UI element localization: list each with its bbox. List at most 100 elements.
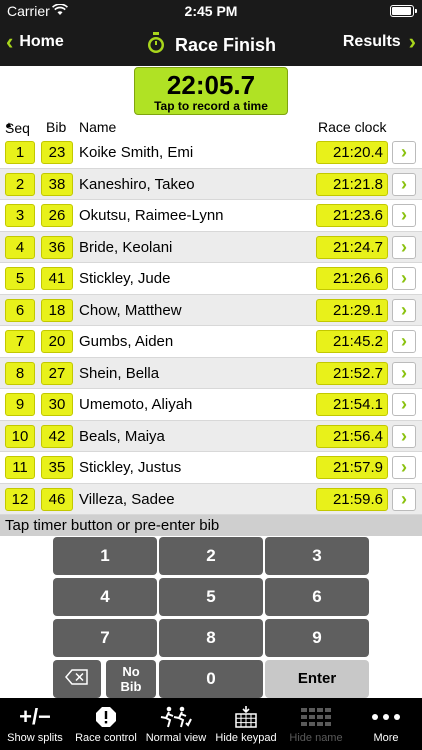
- more-tab[interactable]: More: [354, 698, 418, 750]
- row-name: Kaneshiro, Takeo: [79, 175, 195, 193]
- row-race-clock[interactable]: 21:52.7: [316, 361, 388, 385]
- row-race-clock[interactable]: 21:54.1: [316, 393, 388, 416]
- row-race-clock[interactable]: 21:24.7: [316, 235, 388, 259]
- row-detail-chevron-icon[interactable]: ›: [392, 456, 416, 479]
- row-detail-chevron-icon[interactable]: ›: [392, 172, 416, 196]
- page-title-text: Race Finish: [174, 35, 277, 55]
- row-seq: 2: [5, 172, 35, 196]
- key-5[interactable]: 5: [159, 578, 263, 616]
- row-race-clock[interactable]: 21:29.1: [316, 298, 388, 322]
- row-detail-chevron-icon[interactable]: ›: [392, 141, 416, 164]
- row-bib[interactable]: 35: [41, 456, 73, 479]
- plus-minus-icon: +/−: [19, 704, 51, 729]
- row-seq: 8: [5, 361, 35, 385]
- row-name: Gumbs, Aiden: [79, 333, 174, 350]
- column-header-name[interactable]: Name: [79, 119, 116, 135]
- table-row[interactable]: 6 18 Chow, Matthew 21:29.1 ›: [0, 294, 422, 326]
- table-row[interactable]: 12 46 Villeza, Sadee 21:59.6 ›: [0, 483, 422, 515]
- row-detail-chevron-icon[interactable]: ›: [392, 424, 416, 448]
- column-header-bib[interactable]: Bib: [46, 119, 66, 135]
- race-clock-value: 22:05.7: [166, 70, 256, 100]
- row-name: Okutsu, Raimee-Lynn: [79, 207, 224, 224]
- table-row[interactable]: 3 26 Okutsu, Raimee-Lynn 21:23.6 ›: [0, 200, 422, 232]
- row-bib[interactable]: 36: [41, 235, 73, 259]
- row-name: Stickley, Jude: [79, 270, 171, 287]
- table-row[interactable]: 8 27 Shein, Bella 21:52.7 ›: [0, 357, 422, 389]
- table-header: Seq ▲ Bib Name Race clock: [0, 118, 422, 137]
- row-bib[interactable]: 30: [41, 393, 73, 416]
- row-bib[interactable]: 27: [41, 361, 73, 385]
- key-1[interactable]: 1: [53, 537, 157, 575]
- race-control-tab[interactable]: Race control: [74, 698, 138, 750]
- row-detail-chevron-icon[interactable]: ›: [392, 235, 416, 259]
- nav-bar: ‹ Home Race Finish Results ›: [0, 22, 422, 66]
- row-bib[interactable]: 38: [41, 172, 73, 196]
- row-name: Bride, Keolani: [79, 238, 173, 256]
- row-name: Beals, Maiya: [79, 427, 165, 445]
- table-row[interactable]: 5 41 Stickley, Jude 21:26.6 ›: [0, 263, 422, 295]
- key-2[interactable]: 2: [159, 537, 263, 575]
- row-bib[interactable]: 42: [41, 424, 73, 448]
- row-bib[interactable]: 26: [41, 204, 73, 227]
- row-name: Shein, Bella: [79, 364, 160, 382]
- key-3[interactable]: 3: [265, 537, 369, 575]
- row-bib[interactable]: 41: [41, 267, 73, 290]
- row-detail-chevron-icon[interactable]: ›: [392, 267, 416, 290]
- row-bib[interactable]: 18: [41, 298, 73, 322]
- sort-ascending-icon: ▲: [5, 120, 13, 129]
- more-label: More: [373, 732, 399, 744]
- row-race-clock[interactable]: 21:23.6: [316, 204, 388, 227]
- hide-keypad-tab[interactable]: Hide keypad: [214, 698, 278, 750]
- key-9[interactable]: 9: [265, 619, 369, 657]
- row-seq: 4: [5, 235, 35, 259]
- column-header-race-clock[interactable]: Race clock: [318, 119, 386, 135]
- row-bib[interactable]: 20: [41, 330, 73, 353]
- normal-view-tab[interactable]: Normal view: [144, 698, 208, 750]
- row-race-clock[interactable]: 21:26.6: [316, 267, 388, 290]
- row-race-clock[interactable]: 21:57.9: [316, 456, 388, 479]
- hide-name-tab[interactable]: Hide name: [284, 698, 348, 750]
- key-0[interactable]: 0: [159, 660, 263, 698]
- record-time-button[interactable]: 22:05.7 Tap to record a time: [134, 67, 288, 115]
- row-detail-chevron-icon[interactable]: ›: [392, 330, 416, 353]
- backspace-key[interactable]: [53, 660, 101, 698]
- battery-icon: [390, 5, 417, 17]
- bottom-toolbar: +/− Show splits Race control Normal view…: [0, 698, 422, 750]
- no-bib-key[interactable]: No Bib: [106, 660, 156, 698]
- row-race-clock[interactable]: 21:45.2: [316, 330, 388, 353]
- table-row[interactable]: 1 23 Koike Smith, Emi 21:20.4 ›: [0, 137, 422, 169]
- key-4[interactable]: 4: [53, 578, 157, 616]
- row-detail-chevron-icon[interactable]: ›: [392, 393, 416, 416]
- row-race-clock[interactable]: 21:20.4: [316, 141, 388, 164]
- results-button[interactable]: Results ›: [343, 29, 416, 54]
- table-row[interactable]: 11 35 Stickley, Justus 21:57.9 ›: [0, 452, 422, 484]
- backspace-icon: [65, 661, 89, 699]
- enter-key[interactable]: Enter: [265, 660, 369, 698]
- key-8[interactable]: 8: [159, 619, 263, 657]
- record-time-caption: Tap to record a time: [154, 99, 268, 113]
- table-row[interactable]: 9 30 Umemoto, Aliyah 21:54.1 ›: [0, 389, 422, 421]
- row-race-clock[interactable]: 21:56.4: [316, 424, 388, 448]
- row-race-clock[interactable]: 21:21.8: [316, 172, 388, 196]
- row-detail-chevron-icon[interactable]: ›: [392, 361, 416, 385]
- show-splits-tab[interactable]: +/− Show splits: [3, 698, 67, 750]
- chevron-right-icon: ›: [408, 29, 416, 54]
- table-row[interactable]: 2 38 Kaneshiro, Takeo 21:21.8 ›: [0, 168, 422, 200]
- row-detail-chevron-icon[interactable]: ›: [392, 204, 416, 227]
- no-bib-line2: Bib: [120, 679, 142, 694]
- row-detail-chevron-icon[interactable]: ›: [392, 298, 416, 322]
- row-race-clock[interactable]: 21:59.6: [316, 487, 388, 511]
- key-6[interactable]: 6: [265, 578, 369, 616]
- row-name: Umemoto, Aliyah: [79, 396, 193, 413]
- key-7[interactable]: 7: [53, 619, 157, 657]
- table-row[interactable]: 10 42 Beals, Maiya 21:56.4 ›: [0, 420, 422, 452]
- row-bib[interactable]: 46: [41, 487, 73, 511]
- row-detail-chevron-icon[interactable]: ›: [392, 487, 416, 511]
- row-bib[interactable]: 23: [41, 141, 73, 164]
- table-row[interactable]: 7 20 Gumbs, Aiden 21:45.2 ›: [0, 326, 422, 358]
- row-seq: 11: [5, 456, 35, 479]
- row-seq: 5: [5, 267, 35, 290]
- row-seq: 10: [5, 424, 35, 448]
- table-row[interactable]: 4 36 Bride, Keolani 21:24.7 ›: [0, 231, 422, 263]
- row-seq: 9: [5, 393, 35, 416]
